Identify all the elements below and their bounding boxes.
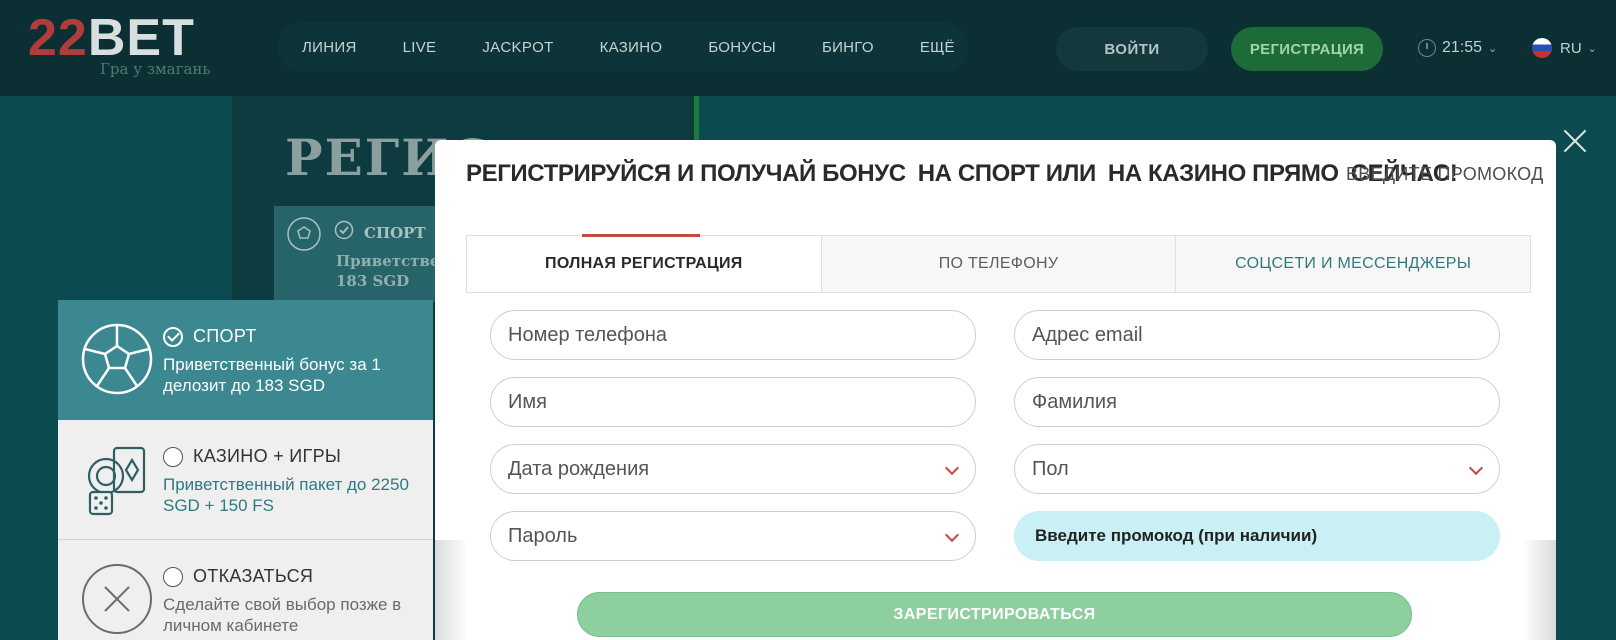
main-nav: ЛИНИЯ LIVE JACKPOT КАЗИНО БОНУСЫ БИНГО Е… [278, 22, 968, 72]
background-card-label: СПОРТ [364, 224, 426, 242]
language-value: RU [1560, 39, 1582, 57]
chevron-down-icon: ⌄ [1488, 42, 1498, 55]
check-circle-icon[interactable] [163, 327, 183, 347]
russia-flag-icon [1532, 38, 1552, 58]
last-name-placeholder: Фамилия [1032, 390, 1117, 413]
headline-part: НА СПОРТ ИЛИ [917, 160, 1097, 187]
bonus-option-sport[interactable]: СПОРТ Приветственный бонус за 1 делозит … [58, 300, 433, 420]
check-circle-icon [334, 220, 354, 240]
headline-part: РЕГИСТРИРУЙСЯ И ПОЛУЧАЙ БОНУС [466, 160, 906, 187]
phone-field[interactable]: Номер телефона [490, 310, 976, 360]
registration-modal: РЕГИСТРИРУЙСЯ И ПОЛУЧАЙ БОНУС НА СПОРТ И… [435, 140, 1556, 640]
bonus-option-description: Приветственный бонус за 1 делозит до 183… [163, 355, 381, 395]
time-selector[interactable]: 21:55 ⌄ [1418, 36, 1497, 60]
nav-item-bonuses[interactable]: БОНУСЫ [708, 39, 776, 56]
password-placeholder: Пароль [508, 524, 578, 547]
radio-button[interactable] [163, 567, 183, 587]
language-selector[interactable]: RU ⌄ [1532, 36, 1597, 60]
site-header: 22BET Гра у змагань ЛИНИЯ LIVE JACKPOT К… [0, 0, 1616, 96]
time-value: 21:55 [1442, 39, 1483, 56]
bonus-option-decline[interactable]: ОТКАЗАТЬСЯ Сделайте свой выбор позже в л… [58, 540, 433, 640]
last-name-field[interactable]: Фамилия [1014, 377, 1500, 427]
soccer-ball-icon [81, 323, 153, 395]
chevron-down-icon [944, 527, 960, 543]
birthdate-placeholder: Дата рождения [508, 457, 650, 480]
logo-wordmark: 22BET [28, 9, 195, 67]
nav-item-casino[interactable]: КАЗИНО [600, 39, 663, 56]
nav-item-more[interactable]: ЕЩЁ [920, 39, 955, 56]
tab-full-registration[interactable]: ПОЛНАЯ РЕГИСТРАЦИЯ [467, 234, 822, 292]
clock-icon [1418, 39, 1436, 57]
enter-promo-link[interactable]: ВВЕДИТЕ ПРОМОКОД [1346, 164, 1544, 185]
nav-item-live[interactable]: LIVE [403, 39, 437, 56]
login-button[interactable]: ВОЙТИ [1056, 27, 1208, 71]
logo-tagline: Гра у змагань [100, 60, 211, 78]
bonus-selector: СПОРТ Приветственный бонус за 1 делозит … [58, 300, 433, 640]
bonus-option-title: КАЗИНО + ИГРЫ [193, 446, 342, 466]
soccer-ball-icon [287, 217, 321, 251]
email-placeholder: Адрес email [1032, 323, 1143, 346]
bonus-option-description: Сделайте свой выбор позже в личном кабин… [163, 595, 402, 635]
modal-headline: РЕГИСТРИРУЙСЯ И ПОЛУЧАЙ БОНУС НА СПОРТ И… [466, 160, 1469, 188]
first-name-placeholder: Имя [508, 390, 547, 413]
tab-by-phone[interactable]: ПО ТЕЛЕФОНУ [821, 236, 1177, 292]
email-field[interactable]: Адрес email [1014, 310, 1500, 360]
phone-placeholder: Номер телефона [508, 323, 668, 346]
nav-item-line[interactable]: ЛИНИЯ [302, 39, 357, 56]
promo-placeholder: Введите промокод (при наличии) [1035, 526, 1318, 545]
chevron-down-icon: ⌄ [1587, 42, 1597, 55]
chevron-down-icon [1468, 460, 1484, 476]
bonus-option-casino[interactable]: КАЗИНО + ИГРЫ Приветственный пакет до 22… [58, 420, 433, 540]
submit-registration-button[interactable]: ЗАРЕГИСТРИРОВАТЬСЯ [577, 592, 1412, 637]
radio-button[interactable] [163, 447, 183, 467]
tab-social-messengers[interactable]: СОЦСЕТИ И МЕССЕНДЖЕРЫ [1176, 236, 1531, 292]
background-divider [694, 96, 699, 140]
nav-item-jackpot[interactable]: JACKPOT [482, 39, 553, 56]
decline-x-icon [82, 564, 152, 634]
casino-chips-cards-icon [87, 446, 146, 516]
gender-select[interactable]: Пол [1014, 444, 1500, 494]
logo[interactable]: 22BET Гра у змагань [28, 8, 238, 82]
bonus-option-title: ОТКАЗАТЬСЯ [193, 566, 314, 586]
bonus-option-title: СПОРТ [193, 326, 257, 346]
nav-item-bingo[interactable]: БИНГО [822, 39, 874, 56]
register-button[interactable]: РЕГИСТРАЦИЯ [1231, 27, 1383, 71]
first-name-field[interactable]: Имя [490, 377, 976, 427]
gender-placeholder: Пол [1032, 457, 1069, 480]
chevron-down-icon [944, 460, 960, 476]
bonus-option-description: Приветственный пакет до 2250 SGD + 150 F… [163, 475, 409, 515]
promo-code-field[interactable]: Введите промокод (при наличии) [1014, 511, 1500, 561]
password-field[interactable]: Пароль [490, 511, 976, 561]
close-icon[interactable] [1560, 126, 1590, 156]
registration-tabs: ПОЛНАЯ РЕГИСТРАЦИЯ ПО ТЕЛЕФОНУ СОЦСЕТИ И… [466, 234, 1531, 293]
headline-part: НА КАЗИНО ПРЯМО [1107, 160, 1339, 187]
birthdate-select[interactable]: Дата рождения [490, 444, 976, 494]
